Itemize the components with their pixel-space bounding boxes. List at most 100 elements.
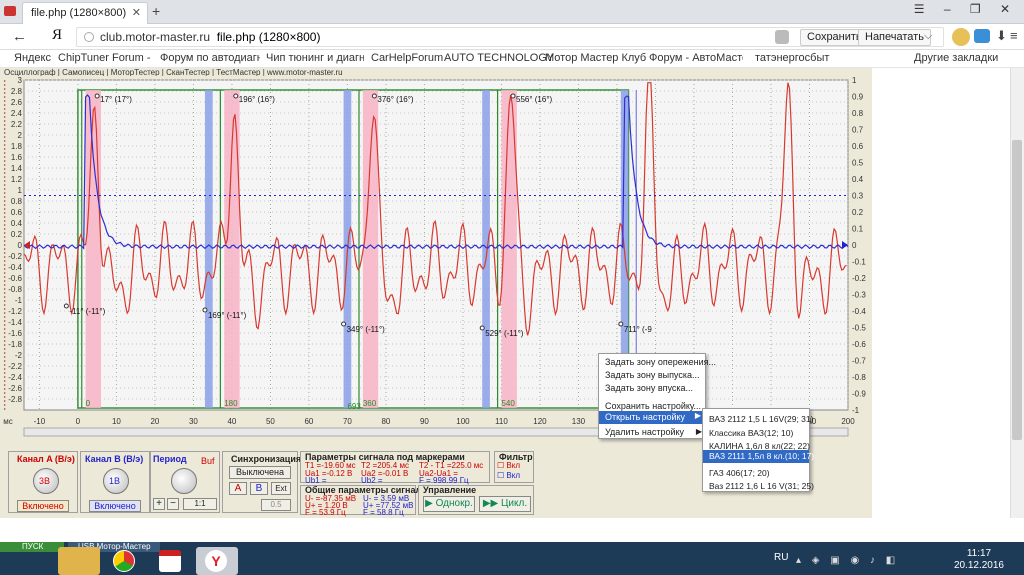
explorer-icon[interactable] bbox=[58, 547, 100, 575]
x-tick-label: 200 bbox=[841, 417, 855, 426]
other-bookmarks[interactable]: Другие закладки bbox=[914, 52, 998, 64]
browser-tab[interactable]: file.php (1280×800) ✕ bbox=[22, 2, 148, 24]
menu-item-advance-zone[interactable]: Задать зону опережения... bbox=[605, 357, 716, 367]
y-tick-label: -1.2 bbox=[8, 307, 22, 316]
single-run-button[interactable]: ▶ Однокр. bbox=[423, 496, 475, 512]
translate-icon[interactable] bbox=[775, 30, 789, 44]
bookmark-item[interactable]: Форум - АвтоМастер bbox=[649, 52, 743, 64]
ub2-value: Ub2 = bbox=[361, 476, 383, 485]
angle-label-top: 556° (16°) bbox=[516, 95, 553, 104]
y-tick-label: 0.4 bbox=[11, 219, 23, 228]
y-tick-label: -2.4 bbox=[8, 373, 22, 382]
bookmark-item[interactable]: Мотор Мастер Клуб bbox=[545, 52, 646, 64]
y-tick-label: 1.8 bbox=[11, 142, 23, 151]
yandex-browser-icon[interactable]: Y bbox=[196, 547, 238, 575]
filter-a-checkbox[interactable]: ☐ Вкл bbox=[497, 461, 520, 470]
sync-level-input[interactable]: 0.5 bbox=[261, 499, 291, 511]
yandex-logo[interactable]: Я bbox=[52, 27, 62, 44]
bookmark-item[interactable]: CarHelpForum bbox=[371, 52, 443, 64]
new-tab-icon[interactable]: + bbox=[152, 3, 160, 19]
site-info-icon[interactable] bbox=[84, 32, 94, 42]
sync-ext-button[interactable]: Ext bbox=[271, 482, 291, 495]
bookmark-item[interactable]: Яндекс bbox=[14, 52, 51, 64]
close-tab-icon[interactable]: ✕ bbox=[132, 6, 141, 19]
sync-state-button[interactable]: Выключена bbox=[229, 466, 291, 479]
y2-tick-label: 0.2 bbox=[852, 208, 864, 217]
pdf-icon[interactable] bbox=[150, 547, 192, 575]
x-tick-label: мс bbox=[3, 417, 13, 426]
date: 20.12.2016 bbox=[953, 560, 1004, 571]
sync-b-button[interactable]: B bbox=[250, 482, 268, 495]
angle-label-top: 376° (16°) bbox=[377, 95, 414, 104]
channel-a-title: Канал A (В/э) bbox=[17, 454, 75, 464]
chevron-down-icon[interactable]: ⌵ bbox=[924, 30, 932, 43]
y-tick-label: 0 bbox=[18, 241, 23, 250]
y2-tick-label: 0.5 bbox=[852, 159, 864, 168]
submenu-item-selected[interactable]: ВАЗ 2111 1,5л 8 кл.(10; 17) bbox=[703, 450, 814, 463]
menu-item-open-setting[interactable]: Открыть настройку ▶ bbox=[599, 411, 705, 424]
window-controls[interactable]: ☰ ‒ ❐ ✕ bbox=[914, 2, 1018, 16]
menu-icon[interactable]: ≡ bbox=[1010, 28, 1018, 43]
start-button[interactable]: ПУСК bbox=[0, 542, 64, 552]
oscilloscope-plot[interactable]: 3 2.8 2.6 2.4 2.2 2 1.8 1.6 1.4 1.2 1 0.8 0.6 0.4 0.2 0… bbox=[0, 76, 872, 446]
menu-item-delete-setting[interactable]: Удалить настройку bbox=[605, 427, 684, 437]
submenu-item[interactable]: Классика ВАЗ(12; 10) bbox=[709, 428, 793, 438]
url-text[interactable]: club.motor-master.ru file.php (1280×800) bbox=[100, 30, 320, 44]
chrome-icon[interactable] bbox=[104, 547, 146, 575]
bookmark-item[interactable]: татэнергосбыт bbox=[755, 52, 829, 64]
language-indicator[interactable]: RU bbox=[774, 552, 788, 563]
bookmark-item[interactable]: ChipTuner Forum - Р bbox=[58, 52, 154, 64]
menu-item-intake-zone[interactable]: Задать зону впуска... bbox=[605, 383, 693, 393]
y2-tick-label: 0.4 bbox=[852, 175, 864, 184]
weather-icon[interactable] bbox=[952, 28, 970, 46]
y2-tick-label: -0.8 bbox=[852, 373, 866, 382]
download-icon[interactable]: ⬇ bbox=[996, 28, 1007, 44]
yandex-menu-icon[interactable] bbox=[4, 6, 16, 16]
filter-b-label: Вкл bbox=[506, 471, 520, 480]
f-value: F = 998.99 Гц bbox=[419, 476, 469, 485]
filter-b-checkbox[interactable]: ☐ Вкл bbox=[497, 471, 520, 480]
period-knob[interactable] bbox=[171, 468, 197, 494]
submenu-item[interactable]: Ваз 2112 1,6 L 16 V(31; 25) bbox=[709, 481, 814, 491]
cycle-tick-label: 180 bbox=[224, 399, 238, 408]
bookmark-item[interactable]: Чип тюнинг и диагн bbox=[266, 52, 364, 64]
bookmark-item[interactable]: Форум по автодиагн bbox=[160, 52, 260, 64]
ratio-select[interactable]: 1:1 bbox=[183, 498, 217, 510]
x-tick-label: 10 bbox=[112, 417, 121, 426]
scrollbar-thumb[interactable] bbox=[1012, 140, 1022, 440]
extension-icon[interactable] bbox=[974, 29, 990, 43]
print-button[interactable]: Напечатать bbox=[858, 29, 931, 46]
x-tick-label: 0 bbox=[76, 417, 81, 426]
y-tick-label: 0.6 bbox=[11, 208, 23, 217]
channel-a-enabled[interactable]: Включено bbox=[17, 500, 69, 512]
angle-label-bottom: -11° (-11°) bbox=[69, 307, 105, 316]
sync-a-button[interactable]: A bbox=[229, 482, 247, 495]
x-tick-label: 40 bbox=[227, 417, 236, 426]
y-tick-label: 2.4 bbox=[11, 109, 23, 118]
cycle-run-button[interactable]: ▶▶ Цикл. bbox=[479, 496, 531, 512]
app-menu-tabs[interactable]: Осциллограф | Самописец | МоторТестер | … bbox=[4, 68, 424, 76]
marker-point bbox=[479, 325, 485, 331]
x-tick-label: -10 bbox=[34, 417, 46, 426]
marker-point bbox=[618, 321, 624, 327]
menu-item-exhaust-zone[interactable]: Задать зону выпуска... bbox=[605, 370, 699, 380]
tray-icons[interactable]: ▴ ◈ ▣ ◉ ♪ ◧ bbox=[796, 555, 899, 566]
exhaust-zone bbox=[204, 90, 213, 408]
zoom-in-icon[interactable]: + bbox=[153, 498, 165, 510]
clock[interactable]: 11:17 20.12.2016 bbox=[954, 548, 1004, 572]
tab-title: file.php (1280×800) bbox=[31, 7, 127, 19]
x-tick-label: 20 bbox=[150, 417, 159, 426]
marker-point bbox=[371, 93, 377, 99]
single-label: Однокр. bbox=[435, 498, 473, 509]
submenu-item[interactable]: ГАЗ 406(17; 20) bbox=[709, 468, 770, 478]
y-tick-label: -1.4 bbox=[8, 318, 22, 327]
marker-params-group: Параметры сигнала под маркерами T1 =-19.… bbox=[300, 451, 490, 485]
bookmark-item[interactable]: AUTO TECHNOLOGY bbox=[444, 52, 554, 64]
submenu-item[interactable]: ВАЗ 2112 1,5 L 16V(29; 31) bbox=[709, 414, 813, 424]
channel-b-group: Канал B (В/э) 1В Включено bbox=[80, 451, 150, 513]
zoom-out-icon[interactable]: − bbox=[167, 498, 179, 510]
menu-item-save-setting[interactable]: Сохранить настройку... bbox=[605, 401, 701, 411]
cycle-tick-label: 540 bbox=[501, 399, 515, 408]
channel-b-enabled[interactable]: Включено bbox=[89, 500, 141, 512]
back-arrow-icon[interactable]: ← bbox=[12, 28, 27, 45]
